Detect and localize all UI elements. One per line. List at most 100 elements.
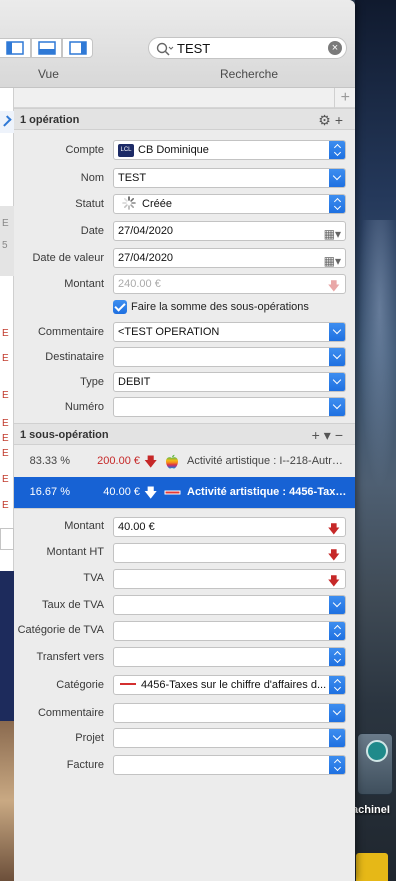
montant-value: 240.00 €: [118, 278, 161, 290]
debit-arrow-icon: 🡇: [144, 454, 158, 469]
toolbar: Vue TEST × Recherche: [0, 0, 355, 88]
clear-search-icon[interactable]: ×: [328, 41, 342, 55]
taux-tva-combobox[interactable]: [113, 595, 346, 615]
folder-icon[interactable]: [356, 853, 388, 881]
updown-chevron-icon: [329, 141, 345, 159]
dash-icon: [164, 490, 181, 495]
sum-suboperations-label: Faire la somme des sous-opérations: [131, 301, 309, 313]
categorie-label: Catégorie: [56, 679, 104, 691]
transactions-list[interactable]: E 5 E E E E E E E E: [0, 88, 14, 881]
statut-label: Statut: [75, 198, 104, 210]
search-field[interactable]: TEST ×: [148, 37, 347, 59]
checkbox-checked-icon[interactable]: [113, 300, 127, 314]
view-bottom-pane-button[interactable]: [31, 38, 62, 58]
destinataire-combobox[interactable]: [113, 347, 346, 367]
updown-chevron-icon: [329, 756, 345, 774]
search-input[interactable]: TEST: [177, 41, 210, 56]
suboperation-percent: 16.67 %: [29, 486, 70, 498]
chevron-down-icon[interactable]: [329, 729, 345, 747]
sub-montant-field[interactable]: 40.00 € 🡇: [113, 517, 346, 537]
apple-icon: [166, 454, 178, 469]
facture-label: Facture: [66, 759, 104, 771]
compte-value: CB Dominique: [138, 144, 209, 156]
nom-label: Nom: [80, 172, 104, 184]
type-combobox[interactable]: DEBIT: [113, 372, 346, 392]
time-machine-drive-icon[interactable]: [357, 733, 393, 795]
transfert-label: Transfert vers: [36, 651, 104, 663]
selected-row-indicator: [0, 111, 14, 133]
chevron-down-icon[interactable]: [329, 169, 345, 187]
date-valeur-field[interactable]: 27/04/2020 ▦▾: [113, 248, 346, 268]
view-left-pane-button[interactable]: [0, 38, 31, 58]
montant-ht-field[interactable]: 🡇: [113, 543, 346, 563]
updown-chevron-icon: [329, 622, 345, 640]
updown-chevron-icon: [329, 195, 345, 213]
chevron-down-icon[interactable]: [329, 596, 345, 614]
suboperation-section-title: 1 sous-opération: [20, 429, 109, 441]
date-label: Date: [80, 225, 104, 237]
transfert-select[interactable]: [113, 647, 346, 667]
categorie-select[interactable]: 4456-Taxes sur le chiffre d'affaires d..…: [113, 675, 346, 695]
type-value: DEBIT: [118, 376, 151, 388]
commentaire-combobox[interactable]: <TEST OPERATION: [113, 322, 346, 342]
app-window: Vue TEST × Recherche E 5 E E E E E E E E…: [0, 0, 355, 881]
gear-icon[interactable]: ⚙: [318, 112, 335, 128]
suboperation-description: Activité artistique : I--218-Autr…: [187, 455, 343, 467]
search-icon: [156, 42, 174, 56]
categorie-tva-label: Catégorie de TVA: [17, 624, 104, 636]
operation-section-header: 1 opération ⚙+: [14, 108, 355, 130]
commentaire-label: Commentaire: [37, 326, 104, 338]
chevron-down-icon[interactable]: [329, 373, 345, 391]
add-button[interactable]: +: [333, 88, 350, 108]
sub-commentaire-label: Commentaire: [37, 707, 104, 719]
updown-chevron-icon: [329, 676, 345, 694]
date-field[interactable]: 27/04/2020 ▦▾: [113, 221, 346, 241]
projet-combobox[interactable]: [113, 728, 346, 748]
date-value: 27/04/2020: [118, 225, 174, 237]
add-suboperation-icon[interactable]: +▾: [312, 427, 335, 443]
calendar-icon[interactable]: ▦▾: [324, 252, 341, 267]
list-button-stub[interactable]: [0, 528, 14, 550]
suboperation-description: Activité artistique : 4456-Taxe…: [187, 486, 351, 498]
suboperation-row-selected[interactable]: 16.67 % 40.00 € 🡇 Activité artistique : …: [14, 477, 355, 508]
sidebar-right-icon: [69, 41, 87, 55]
debit-arrow-icon: 🡇: [327, 522, 340, 536]
facture-select[interactable]: [113, 755, 346, 775]
debit-arrow-icon: 🡇: [327, 574, 340, 588]
category-color-icon: [120, 683, 136, 686]
add-icon[interactable]: +: [335, 112, 347, 128]
mountain-ridge: [355, 220, 396, 520]
debit-arrow-icon: 🡇: [327, 279, 340, 293]
suboperation-percent: 83.33 %: [29, 455, 70, 467]
chevron-down-icon[interactable]: [329, 348, 345, 366]
nom-combobox[interactable]: TEST: [113, 168, 346, 188]
view-label: Vue: [38, 67, 59, 81]
sub-commentaire-combobox[interactable]: [113, 703, 346, 723]
sub-montant-label: Montant: [64, 520, 104, 532]
list-photo-block: [0, 721, 14, 881]
numero-label: Numéro: [64, 401, 104, 413]
inspector-strip: +: [14, 88, 355, 108]
nom-value: TEST: [118, 172, 147, 184]
debit-arrow-icon: 🡇: [144, 485, 158, 500]
date-valeur-label: Date de valeur: [32, 252, 104, 264]
panel-bottom-icon: [38, 41, 56, 55]
suboperation-amount: 200.00 €: [97, 455, 140, 467]
categorie-tva-select[interactable]: [113, 621, 346, 641]
chevron-down-icon[interactable]: [329, 398, 345, 416]
statut-select[interactable]: Créée: [113, 194, 346, 214]
suboperation-row[interactable]: 83.33 % 200.00 € 🡇 Activité artistique :…: [14, 446, 355, 477]
calendar-icon[interactable]: ▦▾: [324, 225, 341, 240]
compte-select[interactable]: LCL CB Dominique: [113, 140, 346, 160]
operation-section-title: 1 opération: [20, 114, 80, 126]
remove-suboperation-icon[interactable]: −: [335, 427, 347, 443]
view-right-pane-button[interactable]: [62, 38, 93, 58]
chevron-down-icon[interactable]: [329, 704, 345, 722]
projet-label: Projet: [75, 732, 104, 744]
list-image-block: [0, 571, 14, 721]
tva-field[interactable]: 🡇: [113, 569, 346, 589]
montant-field[interactable]: 240.00 € 🡇: [113, 274, 346, 294]
chevron-down-icon[interactable]: [329, 323, 345, 341]
numero-combobox[interactable]: [113, 397, 346, 417]
operation-actions: ⚙+: [318, 112, 347, 129]
